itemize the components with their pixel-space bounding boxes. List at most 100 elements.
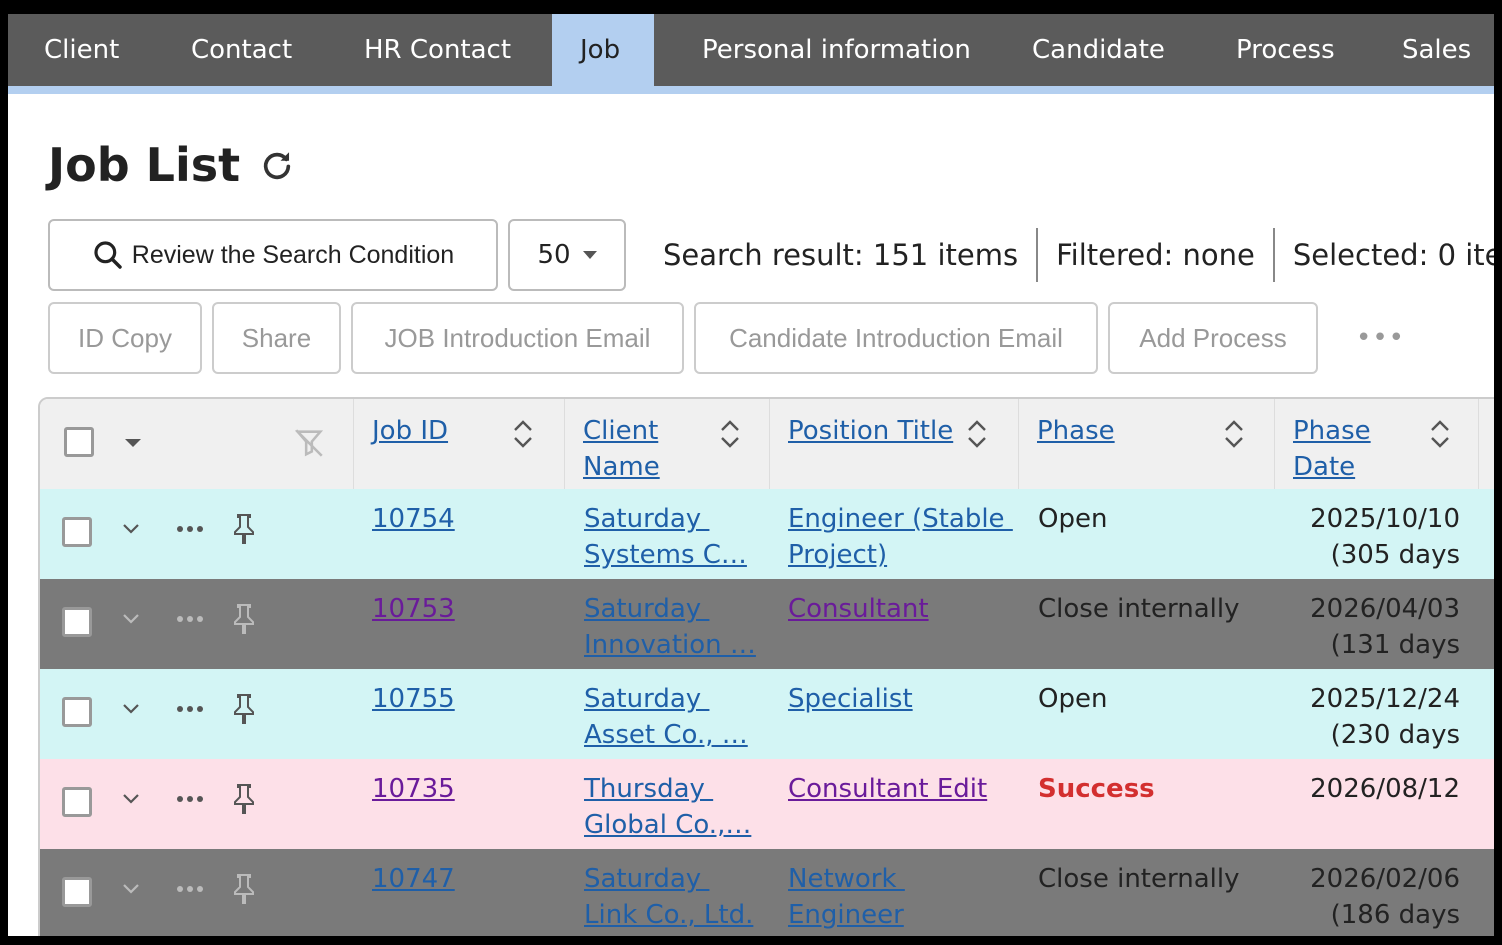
column-header-position-title[interactable]: Position Title bbox=[769, 399, 1018, 489]
select-all-checkbox[interactable] bbox=[64, 427, 94, 457]
job-id-link[interactable]: 10747 bbox=[372, 861, 455, 897]
client-name-link[interactable]: Saturday Innovation … bbox=[584, 591, 756, 663]
filtered-status: Filtered: none bbox=[1056, 238, 1255, 272]
pin-icon[interactable] bbox=[232, 691, 256, 727]
phase-value: Open bbox=[1038, 684, 1108, 714]
nav-tab-personal-information[interactable]: Personal information bbox=[654, 14, 992, 86]
nav-tab-hr-contact[interactable]: HR Contact bbox=[324, 14, 552, 86]
more-options-icon[interactable] bbox=[176, 615, 204, 623]
phase-date-value: 2025/10/10 (305 days bbox=[1310, 504, 1460, 570]
position-title-link[interactable]: Consultant Edit bbox=[788, 771, 987, 807]
row-checkbox[interactable] bbox=[62, 607, 92, 637]
column-header-phase[interactable]: Phase bbox=[1018, 399, 1274, 489]
phase-value: Close internally bbox=[1038, 864, 1240, 894]
phase-value: Success bbox=[1038, 774, 1155, 804]
add-process-button[interactable]: Add Process bbox=[1108, 302, 1318, 374]
chevron-down-icon[interactable] bbox=[122, 793, 140, 805]
client-name-link[interactable]: Saturday Systems C… bbox=[584, 501, 747, 573]
job-id-link[interactable]: 10754 bbox=[372, 501, 455, 537]
action-toolbar: ID Copy Share JOB Introduction Email Can… bbox=[48, 302, 1405, 374]
position-title-link[interactable]: Engineer (Stable Project) bbox=[788, 501, 1013, 573]
job-id-link[interactable]: 10755 bbox=[372, 681, 455, 717]
sort-icon[interactable] bbox=[1223, 417, 1245, 451]
job-id-link[interactable]: 10735 bbox=[372, 771, 455, 807]
column-header-job-id[interactable]: Job ID bbox=[353, 399, 564, 489]
column-label-client-name: Client Name bbox=[583, 416, 660, 482]
share-button[interactable]: Share bbox=[212, 302, 341, 374]
pin-icon[interactable] bbox=[232, 781, 256, 817]
job-table: Job ID Client Name Position Title Phase … bbox=[38, 397, 1494, 936]
review-search-condition-label: Review the Search Condition bbox=[131, 240, 455, 269]
row-checkbox[interactable] bbox=[62, 877, 92, 907]
refresh-icon[interactable] bbox=[260, 148, 294, 182]
row-checkbox[interactable] bbox=[62, 787, 92, 817]
more-options-icon[interactable] bbox=[176, 885, 204, 893]
sort-icon[interactable] bbox=[719, 417, 741, 451]
nav-tab-contact[interactable]: Contact bbox=[152, 14, 324, 86]
column-header-client-name[interactable]: Client Name bbox=[564, 399, 769, 489]
column-header-phase-date[interactable]: Phase Date bbox=[1274, 399, 1478, 489]
selected-count: Selected: 0 items bbox=[1292, 238, 1494, 272]
phase-value: Open bbox=[1038, 504, 1108, 534]
client-name-link[interactable]: Thursday Global Co.,… bbox=[584, 771, 751, 843]
nav-tab-candidate[interactable]: Candidate bbox=[992, 14, 1196, 86]
sort-icon[interactable] bbox=[1429, 417, 1451, 451]
pin-icon[interactable] bbox=[232, 601, 256, 637]
phase-date-value: 2025/12/24 (230 days bbox=[1310, 684, 1460, 750]
nav-tab-process[interactable]: Process bbox=[1196, 14, 1366, 86]
table-row[interactable]: 10747 Saturday Link Co., Ltd. Network Engi… bbox=[40, 849, 1494, 936]
client-name-link[interactable]: Saturday Asset Co., … bbox=[584, 681, 748, 753]
column-label-phase-date: Phase Date bbox=[1293, 416, 1371, 482]
row-checkbox[interactable] bbox=[62, 517, 92, 547]
table-row[interactable]: 10754 Saturday Systems C… Engineer (Stable… bbox=[40, 489, 1494, 579]
page-size-value: 50 bbox=[537, 240, 571, 270]
title-row: Job List bbox=[48, 138, 294, 192]
more-actions-icon[interactable]: ••• bbox=[1356, 323, 1405, 353]
table-row[interactable]: 10755 Saturday Asset Co., … Specialist Open… bbox=[40, 669, 1494, 759]
candidate-introduction-email-button[interactable]: Candidate Introduction Email bbox=[694, 302, 1098, 374]
position-title-link[interactable]: Consultant bbox=[788, 591, 929, 627]
nav-tab-client[interactable]: Client bbox=[8, 14, 152, 86]
more-options-icon[interactable] bbox=[176, 705, 204, 713]
column-label-phase: Phase bbox=[1037, 416, 1115, 446]
job-id-link[interactable]: 10753 bbox=[372, 591, 455, 627]
chevron-down-icon bbox=[582, 251, 597, 259]
filter-off-icon[interactable] bbox=[292, 425, 326, 461]
more-options-icon[interactable] bbox=[176, 525, 204, 533]
search-icon bbox=[94, 241, 122, 269]
chevron-down-icon[interactable] bbox=[122, 883, 140, 895]
position-title-link[interactable]: Specialist bbox=[788, 681, 913, 717]
caret-down-icon[interactable] bbox=[124, 437, 142, 449]
nav-tab-sales[interactable]: Sales bbox=[1366, 14, 1494, 86]
table-row[interactable]: 10735 Thursday Global Co.,… Consultant Edi… bbox=[40, 759, 1494, 849]
pin-icon[interactable] bbox=[232, 511, 256, 547]
chevron-down-icon[interactable] bbox=[122, 523, 140, 535]
client-name-link[interactable]: Saturday Link Co., Ltd. bbox=[584, 861, 753, 933]
pin-icon[interactable] bbox=[232, 871, 256, 907]
column-header-extra bbox=[1478, 399, 1494, 489]
column-label-position-title: Position Title bbox=[788, 416, 954, 446]
chevron-down-icon[interactable] bbox=[122, 703, 140, 715]
top-nav: Client Contact HR Contact Job Personal i… bbox=[8, 14, 1494, 94]
column-label-job-id: Job ID bbox=[372, 416, 449, 446]
sort-icon[interactable] bbox=[512, 417, 534, 451]
page-title: Job List bbox=[48, 138, 241, 192]
phase-date-value: 2026/02/06 (186 days bbox=[1310, 864, 1460, 930]
phase-date-value: 2026/04/03 (131 days bbox=[1310, 594, 1460, 660]
app-window: Client Contact HR Contact Job Personal i… bbox=[8, 14, 1494, 936]
review-search-condition-button[interactable]: Review the Search Condition bbox=[48, 219, 498, 291]
page-size-select[interactable]: 50 bbox=[508, 219, 626, 291]
phase-value: Close internally bbox=[1038, 594, 1240, 624]
phase-date-value: 2026/08/12 bbox=[1310, 774, 1460, 804]
row-checkbox[interactable] bbox=[62, 697, 92, 727]
table-row[interactable]: 10753 Saturday Innovation … Consultant Clos… bbox=[40, 579, 1494, 669]
search-result-count: Search result: 151 items bbox=[663, 238, 1019, 272]
position-title-link[interactable]: Network Engineer bbox=[788, 861, 905, 933]
id-copy-button[interactable]: ID Copy bbox=[48, 302, 202, 374]
chevron-down-icon[interactable] bbox=[122, 613, 140, 625]
nav-tab-job[interactable]: Job bbox=[552, 14, 654, 86]
search-toolbar: Review the Search Condition 50 Search re… bbox=[48, 219, 1494, 291]
job-introduction-email-button[interactable]: JOB Introduction Email bbox=[351, 302, 684, 374]
more-options-icon[interactable] bbox=[176, 795, 204, 803]
sort-icon[interactable] bbox=[966, 417, 988, 451]
